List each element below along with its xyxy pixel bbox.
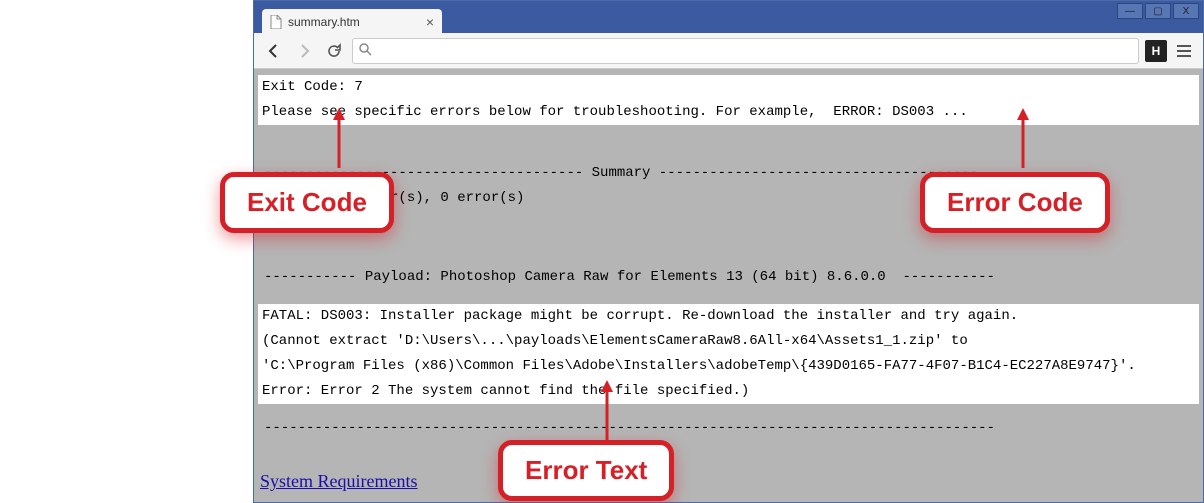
system-requirements-link[interactable]: System Requirements <box>260 471 417 492</box>
fatal-line-2: (Cannot extract 'D:\Users\...\payloads\E… <box>258 329 1199 354</box>
hamburger-menu-icon[interactable] <box>1173 40 1195 62</box>
exit-code-callout: Exit Code <box>220 172 394 233</box>
exit-code-line: Exit Code: 7 <box>258 75 1199 100</box>
forward-button[interactable] <box>292 39 316 63</box>
tab-title: summary.htm <box>288 15 360 29</box>
address-input[interactable] <box>376 43 1132 58</box>
toolbar: H <box>254 33 1203 69</box>
page-viewport: Exit Code: 7 Please see specific errors … <box>254 69 1203 502</box>
back-button[interactable] <box>262 39 286 63</box>
error-code-label: Error Code <box>947 187 1083 217</box>
tab-summary[interactable]: summary.htm × <box>262 9 442 35</box>
window-controls: — ▢ X <box>1117 3 1199 19</box>
maximize-button[interactable]: ▢ <box>1145 3 1171 19</box>
instruction-line: Please see specific errors below for tro… <box>258 100 1199 125</box>
tab-strip: summary.htm × <box>262 7 442 35</box>
fatal-line-3: 'C:\Program Files (x86)\Common Files\Ado… <box>258 354 1199 379</box>
payload-line: ----------- Payload: Photoshop Camera Ra… <box>258 265 1199 290</box>
error-code-callout: Error Code <box>920 172 1110 233</box>
address-bar[interactable] <box>352 38 1139 64</box>
reload-button[interactable] <box>322 39 346 63</box>
exit-code-label: Exit Code <box>247 187 367 217</box>
minimize-button[interactable]: — <box>1117 3 1143 19</box>
window-close-button[interactable]: X <box>1173 3 1199 19</box>
fatal-line-1: FATAL: DS003: Installer package might be… <box>258 304 1199 329</box>
document-icon <box>270 15 282 29</box>
search-icon <box>359 43 372 59</box>
fatal-line-4: Error: Error 2 The system cannot find th… <box>258 379 1199 404</box>
browser-window: — ▢ X summary.htm × H <box>253 0 1204 503</box>
error-text-callout: Error Text <box>498 440 674 501</box>
error-text-label: Error Text <box>525 455 647 485</box>
divider-line: ----------------------------------------… <box>258 416 1199 441</box>
extension-icon[interactable]: H <box>1145 40 1167 62</box>
tab-close-button[interactable]: × <box>426 14 434 30</box>
